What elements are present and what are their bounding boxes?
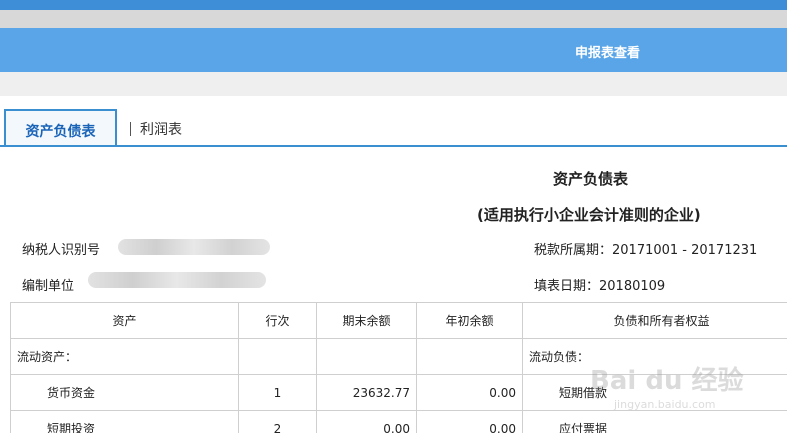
gap-band [0, 72, 787, 96]
tab-separator [130, 122, 131, 136]
cell-end-balance: 23632.77 [316, 374, 417, 411]
top-strip [0, 0, 787, 10]
cell-asset: 短期投资 [10, 410, 239, 433]
tab-underline [0, 145, 787, 147]
cell-begin-balance: 0.00 [416, 410, 523, 433]
unit-redacted [88, 272, 266, 288]
tab-income-statement[interactable]: 利润表 [140, 119, 182, 139]
cell-row-no: 2 [238, 410, 317, 433]
cell-row-no [238, 338, 317, 375]
tax-period: 税款所属期：20171001 - 20171231 [534, 243, 758, 258]
cell-end-balance: 0.00 [316, 410, 417, 433]
gray-band [0, 10, 787, 28]
report-title: 资产负债表 [553, 170, 629, 188]
title-bar: 申报表查看 [0, 28, 787, 72]
header-liabilities-equity: 负债和所有者权益 [522, 302, 787, 339]
table-header-row: 资产 行次 期末余额 年初余额 负债和所有者权益 [10, 302, 787, 339]
header-row-no: 行次 [238, 302, 317, 339]
fill-date: 填表日期：20180109 [534, 279, 666, 294]
unit-label: 编制单位 [22, 279, 75, 294]
cell-end-balance [316, 338, 417, 375]
cell-begin-balance [416, 338, 523, 375]
page-title: 申报表查看 [575, 46, 641, 61]
tab-bar: 资产负债表 利润表 [0, 96, 787, 150]
taxpayer-id-label: 纳税人识别号 [22, 243, 101, 258]
watermark-url: jingyan.baidu.com [614, 398, 716, 411]
taxpayer-id-redacted [118, 239, 270, 255]
cell-asset: 流动资产： [10, 338, 239, 375]
tab-balance-sheet[interactable]: 资产负债表 [4, 109, 117, 147]
watermark-logo: Bai du 经验 jingyan.baidu.com [590, 360, 760, 420]
cell-begin-balance: 0.00 [416, 374, 523, 411]
watermark-text: Bai du 经验 [590, 366, 744, 396]
report-subtitle: (适用执行小企业会计准则的企业) [477, 206, 701, 224]
header-assets: 资产 [10, 302, 239, 339]
cell-asset: 货币资金 [10, 374, 239, 411]
cell-row-no: 1 [238, 374, 317, 411]
tab-balance-sheet-label: 资产负债表 [25, 124, 96, 140]
header-end-balance: 期末余额 [316, 302, 417, 339]
header-begin-balance: 年初余额 [416, 302, 523, 339]
